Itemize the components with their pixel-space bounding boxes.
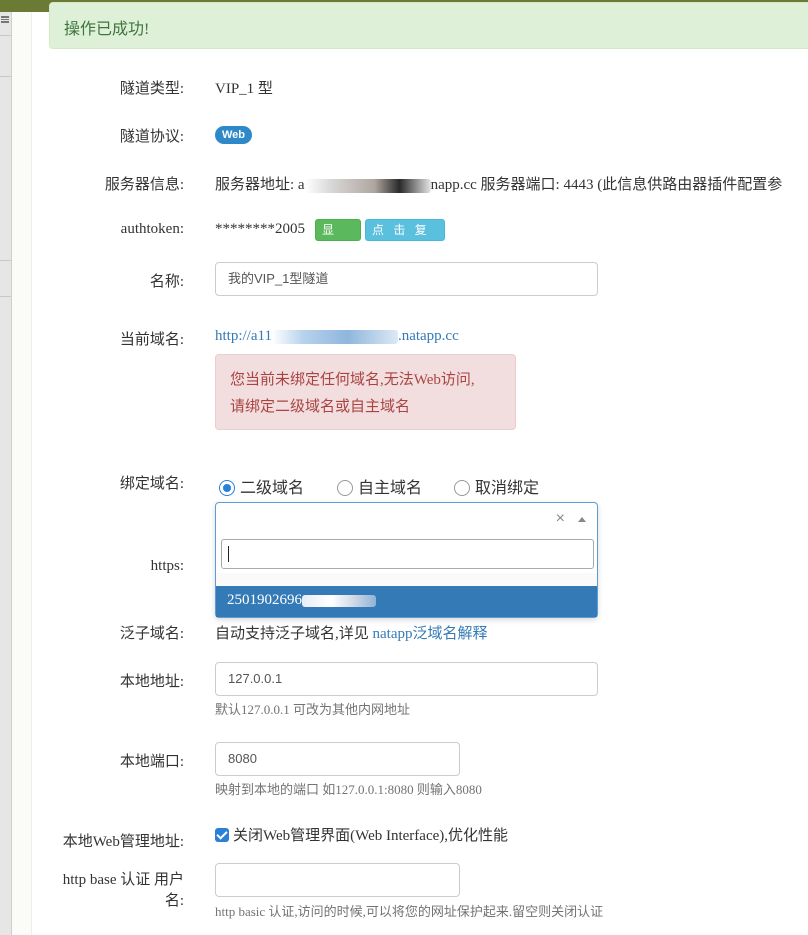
- local-port-label: 本地端口:: [119, 754, 184, 770]
- domain-select-dropdown[interactable]: × 2501902696: [215, 502, 598, 618]
- authtoken-label: authtoken:: [120, 221, 184, 237]
- local-address-label: 本地地址:: [119, 674, 184, 690]
- local-address-help: 默认127.0.0.1 可改为其他内网地址: [215, 702, 411, 717]
- chevron-up-icon[interactable]: [578, 517, 586, 522]
- server-info-value: 服务器地址: a napp.cc 服务器端口: 4443 (此信息供路由器插件配置…: [215, 173, 782, 194]
- tunnel-type-value: VIP_1 型: [215, 81, 273, 97]
- redacted-blur: [271, 329, 398, 344]
- radio-label: 取消绑定: [475, 480, 540, 497]
- http-auth-user-input[interactable]: [215, 863, 460, 897]
- radio-second-level-domain[interactable]: 二级域名: [219, 474, 304, 498]
- disable-web-interface-checkbox[interactable]: 关闭Web管理界面(Web Interface),优化性能: [215, 824, 508, 845]
- options-spacer: [216, 573, 597, 587]
- wildcard-value: 自动支持泛子域名,详见 natapp泛域名解释: [215, 622, 488, 643]
- radio-label: 自主域名: [358, 480, 423, 497]
- option-label: 2501902696: [227, 592, 302, 608]
- radio-unchecked-icon[interactable]: [337, 480, 353, 496]
- no-domain-warning: 您当前未绑定任何域名,无法Web访问, 请绑定二级域名或自主域名: [215, 354, 516, 430]
- https-label: https:: [150, 558, 184, 574]
- name-label: 名称:: [149, 274, 184, 290]
- local-port-input[interactable]: 8080: [215, 742, 460, 776]
- copy-token-button[interactable]: 点 击 复 制: [365, 219, 445, 257]
- checkbox-checked-icon[interactable]: [215, 828, 229, 842]
- current-domain-link[interactable]: http://a11 .natapp.cc: [215, 328, 459, 345]
- http-auth-help: http basic 认证,访问的时候,可以将您的网址保护起来.留空则关闭认证: [215, 904, 604, 919]
- sidebar-divider: [0, 35, 11, 36]
- local-port-help: 映射到本地的端口 如127.0.0.1:8080 则输入8080: [215, 782, 482, 797]
- current-domain-prefix: http://a11: [215, 328, 272, 344]
- authtoken-value: ********2005: [215, 221, 305, 237]
- radio-unbind[interactable]: 取消绑定: [454, 474, 539, 498]
- radio-custom-domain[interactable]: 自主域名: [337, 474, 422, 498]
- bind-domain-label: 绑定域名:: [119, 476, 184, 492]
- success-alert: 操作已成功!: [49, 2, 808, 49]
- tunnel-protocol-label: 隧道协议:: [119, 129, 184, 145]
- warning-line-2: 请绑定二级域名或自主域名: [230, 399, 411, 415]
- redacted-blur: [304, 178, 431, 193]
- server-info-prefix: 服务器地址: a: [215, 177, 305, 193]
- dropdown-search-input[interactable]: [221, 539, 594, 569]
- show-token-button[interactable]: 显 示: [315, 219, 361, 257]
- server-info-suffix: napp.cc 服务器端口: 4443 (此信息供路由器插件配置参: [430, 177, 783, 193]
- sidebar-divider: [0, 296, 11, 297]
- current-domain-label: 当前域名:: [119, 332, 184, 348]
- tunnel-type-label: 隧道类型:: [119, 81, 184, 97]
- checkbox-label: 关闭Web管理界面(Web Interface),优化性能: [233, 828, 509, 844]
- wildcard-doc-link[interactable]: natapp泛域名解释: [373, 626, 488, 642]
- menu-icon[interactable]: [1, 16, 9, 23]
- current-domain-suffix: .natapp.cc: [397, 328, 459, 344]
- local-web-admin-label: 本地Web管理地址:: [62, 834, 184, 850]
- tunnel-name-input[interactable]: 我的VIP_1型隧道: [215, 262, 598, 296]
- wildcard-text: 自动支持泛子域名,详见: [215, 626, 373, 642]
- warning-line-1: 您当前未绑定任何域名,无法Web访问,: [230, 372, 475, 388]
- http-auth-label: http base 认证 用户名:: [62, 872, 184, 909]
- clear-icon[interactable]: ×: [556, 510, 565, 528]
- dropdown-option-highlighted[interactable]: 2501902696: [216, 586, 597, 617]
- protocol-badge: Web: [215, 126, 253, 144]
- wildcard-label: 泛子域名:: [119, 626, 184, 642]
- radio-label: 二级域名: [240, 480, 305, 497]
- local-address-input[interactable]: 127.0.0.1: [215, 662, 598, 696]
- radio-checked-icon[interactable]: [219, 480, 235, 496]
- redacted-blur: [302, 594, 376, 607]
- sidebar-divider: [0, 260, 11, 261]
- server-info-label: 服务器信息:: [104, 177, 184, 193]
- text-caret: [228, 546, 229, 562]
- radio-unchecked-icon[interactable]: [454, 480, 470, 496]
